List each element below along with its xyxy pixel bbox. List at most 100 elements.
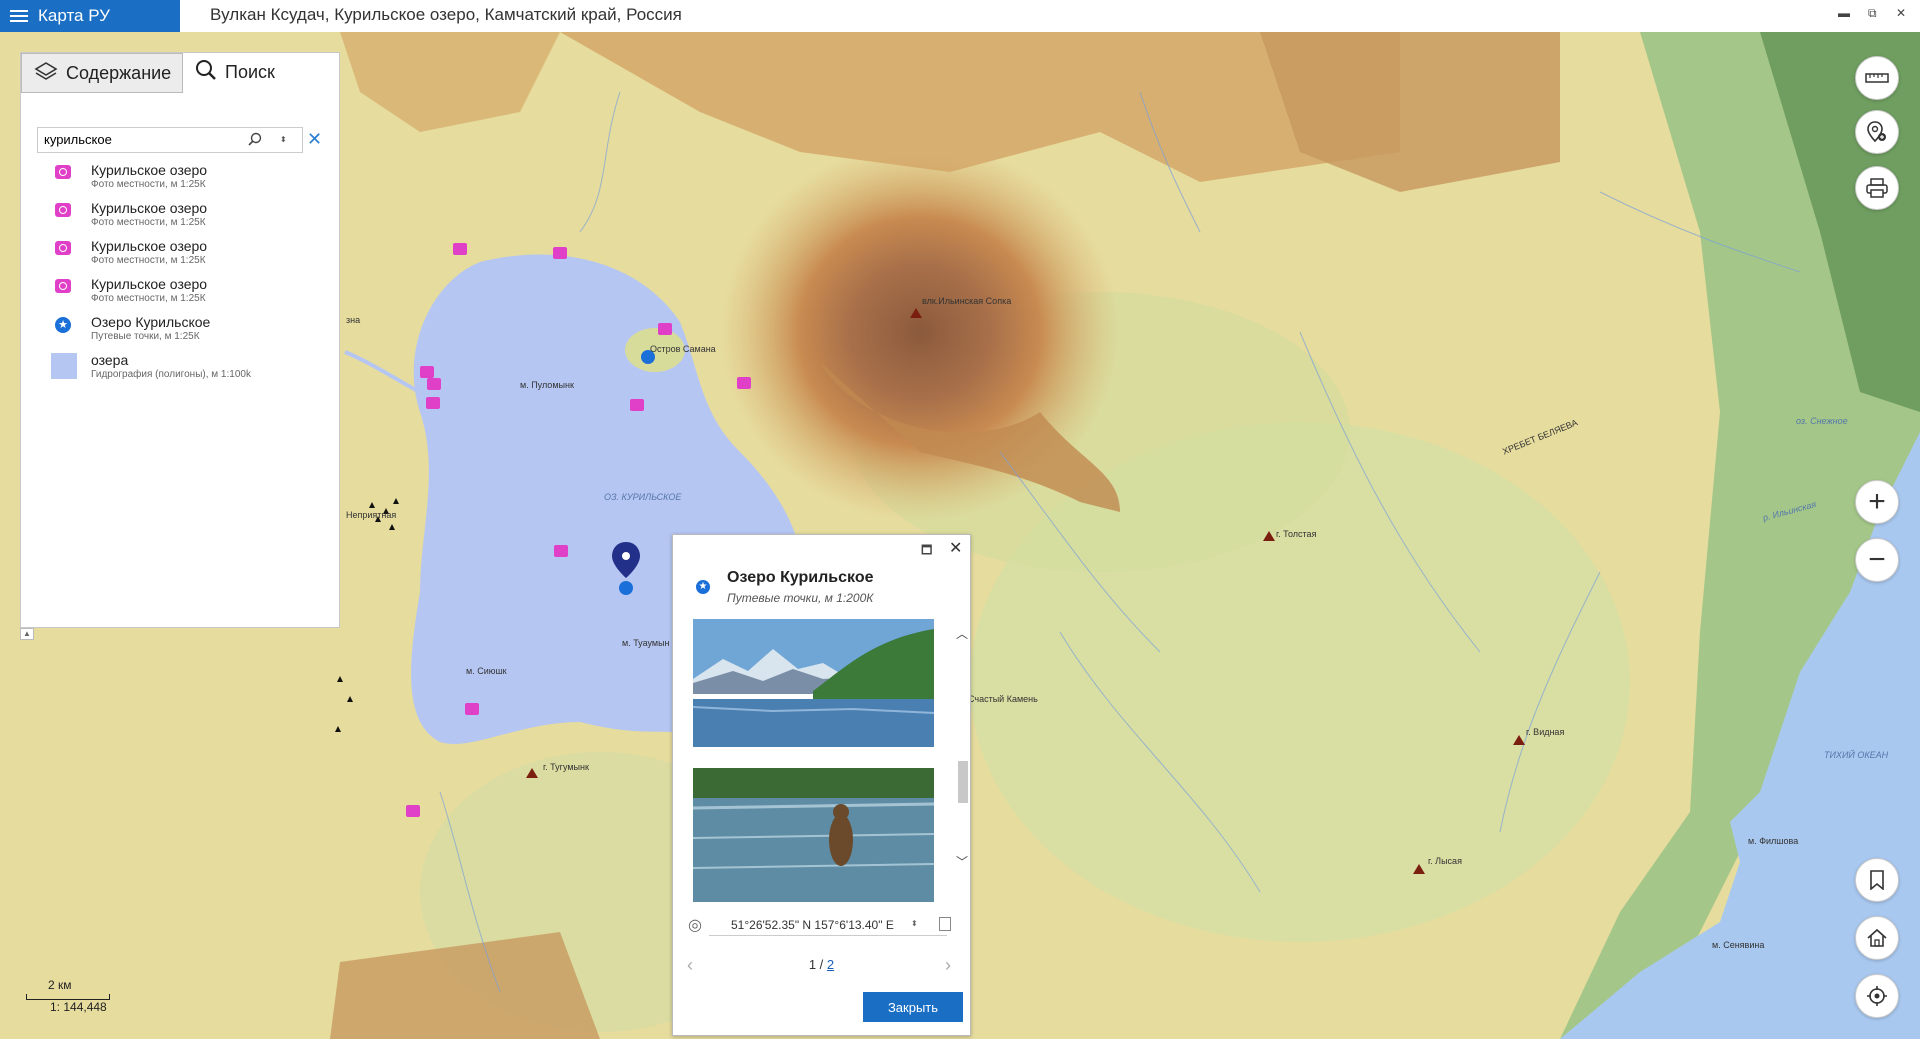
collapse-panel-button[interactable]: ▲ [20, 628, 34, 640]
search-box: ⬍ [37, 127, 303, 153]
map-label-nepriyatnaya: Неприятная [346, 510, 397, 520]
photo-lake-mountains[interactable] [693, 619, 934, 747]
result-title: Курильское озеро [91, 200, 208, 216]
search-submit-icon[interactable] [248, 132, 262, 149]
bookmark-button[interactable] [1855, 858, 1899, 902]
copy-icon[interactable] [939, 917, 951, 931]
printer-icon [1866, 178, 1888, 198]
side-panel: Содержание Поиск ⬍ ✕ Курильское озеро Фо… [20, 52, 340, 628]
result-title: Курильское озеро [91, 238, 208, 254]
list-item[interactable]: Курильское озеро Фото местности, м 1:25К [51, 273, 331, 311]
result-subtitle: Фото местности, м 1:25К [91, 293, 206, 304]
result-title: Курильское озеро [91, 162, 208, 178]
list-item[interactable]: Курильское озеро Фото местности, м 1:25К [51, 235, 331, 273]
home-button[interactable] [1855, 916, 1899, 960]
bookmark-icon [1870, 870, 1884, 890]
camera-icon [55, 279, 71, 293]
coord-format-icon[interactable]: ⬍ [911, 919, 918, 928]
close-window-button[interactable]: ✕ [1896, 6, 1906, 20]
tab-search-label: Поиск [225, 61, 275, 82]
map-label-tugumynk: г. Тугумынк [543, 762, 589, 772]
scale-distance: 2 км [48, 978, 72, 992]
map-label-senyavina: м. Сенявина [1712, 940, 1765, 950]
list-item[interactable]: Курильское озеро Фото местности, м 1:25К [51, 159, 331, 197]
pin-add-icon [1867, 121, 1886, 143]
waypoint-star-icon: ★ [696, 580, 710, 594]
search-options-icon[interactable]: ⬍ [280, 135, 287, 144]
zoom-in-button[interactable]: + [1855, 480, 1899, 524]
result-title: Озеро Курильское [91, 314, 211, 330]
maximize-popup-icon[interactable]: 🗖 [921, 541, 932, 562]
list-item[interactable]: ★ Озеро Курильское Путевые точки, м 1:25… [51, 311, 331, 349]
popup-title: Озеро Курильское [727, 569, 874, 586]
page-link-2[interactable]: 2 [827, 957, 834, 972]
list-item[interactable]: Курильское озеро Фото местности, м 1:25К [51, 197, 331, 235]
app-name: Карта РУ [38, 6, 110, 25]
restore-button[interactable]: ⧉ [1868, 6, 1877, 21]
tab-contents[interactable]: Содержание [21, 53, 183, 93]
camera-icon [55, 165, 71, 179]
map-label-island: Остров Самана [650, 344, 716, 354]
minus-icon: − [1868, 543, 1886, 576]
lake-polygon-icon [51, 353, 77, 379]
next-page-icon[interactable]: › [945, 955, 951, 976]
ruler-button[interactable] [1855, 56, 1899, 100]
map-label-siyushk: м. Сиюшк [466, 666, 507, 676]
plus-icon: + [1868, 485, 1886, 518]
map-label-snezhnoe: оз. Снежное [1796, 416, 1848, 426]
scroll-up-icon[interactable]: ︿ [956, 625, 968, 642]
layers-icon [34, 61, 58, 86]
page-current: 1 / [808, 957, 824, 972]
locate-button[interactable] [1855, 974, 1899, 1018]
map-label-lysaya: г. Лысая [1428, 856, 1462, 866]
window-title: Вулкан Ксудач, Курильское озеро, Камчатс… [210, 5, 682, 24]
map-label-tuyumyn: м. Туаумын [622, 638, 670, 648]
map-label-kamen: Счастый Камень [968, 694, 1038, 704]
camera-icon [55, 241, 71, 255]
hamburger-icon [10, 7, 28, 25]
result-subtitle: Фото местности, м 1:25К [91, 217, 206, 228]
pager: 1 / 2 [673, 957, 970, 972]
waypoint-star-icon: ★ [55, 317, 71, 333]
clear-search-icon[interactable]: ✕ [307, 129, 322, 150]
map-label-filshova: м. Филшова [1748, 836, 1799, 846]
home-icon [1867, 928, 1887, 947]
tab-search[interactable]: Поиск [183, 53, 338, 91]
map-label-vidnaya: г. Видная [1526, 727, 1565, 737]
target-icon[interactable]: ◎ [688, 915, 702, 935]
feature-popup: 🗖 ✕ ★ Озеро Курильское Путевые точки, м … [672, 534, 971, 1036]
scroll-down-icon[interactable]: ﹀ [956, 853, 968, 870]
scale-ratio: 1: 144,448 [50, 1000, 107, 1014]
zoom-out-button[interactable]: − [1855, 538, 1899, 582]
scale-bar: 2 км 1: 144,448 [26, 978, 110, 1014]
tab-contents-label: Содержание [66, 62, 172, 83]
minimize-button[interactable]: ▬ [1838, 6, 1850, 20]
result-subtitle: Фото местности, м 1:25К [91, 179, 206, 190]
map-label-lake: ОЗ. КУРИЛЬСКОЕ [604, 492, 682, 502]
app-menu-button[interactable]: Карта РУ [0, 0, 180, 32]
map-label-pulomynk: м. Пуломынк [520, 380, 574, 390]
scroll-thumb[interactable] [958, 761, 968, 803]
result-title: озера [91, 352, 129, 368]
search-results: Курильское озеро Фото местности, м 1:25К… [51, 159, 331, 387]
result-subtitle: Гидрография (полигоны), м 1:100k [91, 369, 251, 380]
close-button[interactable]: Закрыть [863, 992, 963, 1022]
photo-scrollbar[interactable]: ︿ ﹀ [956, 621, 968, 871]
photo-bear-river[interactable] [693, 768, 934, 902]
map-label-na: зна [346, 315, 361, 325]
list-item[interactable]: озера Гидрография (полигоны), м 1:100k [51, 349, 331, 387]
map-label-ocean: ТИХИЙ ОКЕАН [1824, 750, 1889, 760]
print-button[interactable] [1855, 166, 1899, 210]
map-label-volcano: влк.Ильинская Сопка [922, 296, 1012, 306]
camera-icon [55, 203, 71, 217]
add-placemark-button[interactable] [1855, 110, 1899, 154]
result-title: Курильское озеро [91, 276, 208, 292]
search-input[interactable] [44, 132, 244, 147]
locate-icon [1867, 986, 1887, 1006]
result-subtitle: Путевые точки, м 1:25К [91, 331, 200, 342]
popup-subtitle: Путевые точки, м 1:200К [727, 591, 874, 605]
result-subtitle: Фото местности, м 1:25К [91, 255, 206, 266]
close-popup-icon[interactable]: ✕ [949, 538, 962, 558]
map-label-tolstaya: г. Толстая [1276, 529, 1317, 539]
search-icon [195, 59, 217, 86]
